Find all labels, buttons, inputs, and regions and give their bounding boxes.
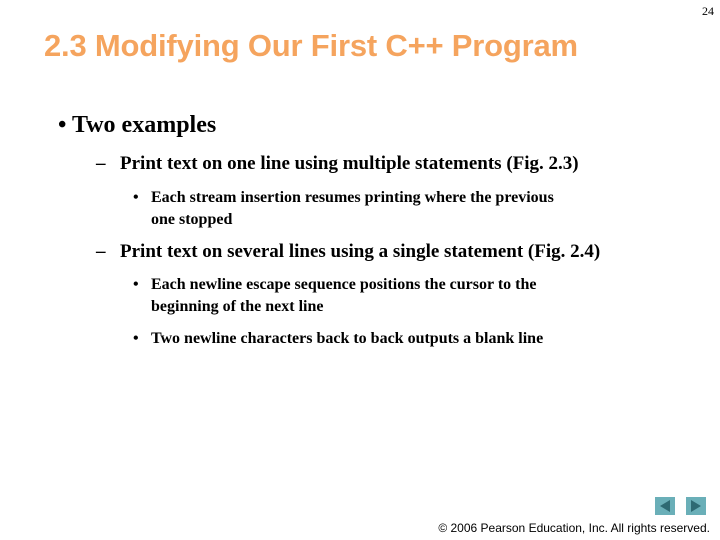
bullet-text-line2: one stopped	[151, 211, 233, 228]
dash-marker: –	[96, 241, 106, 262]
sub-sub-bullet-2-2: • Two newline characters back to back out…	[133, 328, 543, 350]
sub-bullet-1: – Print text on one line using multiple s…	[96, 153, 579, 175]
bullet-text-line1: Each stream insertion resumes printing w…	[151, 189, 554, 206]
sub-bullet-text: Print text on several lines using a sing…	[120, 241, 601, 262]
bullet-text-line2: beginning of the next line	[151, 298, 324, 315]
sub-bullet-2: – Print text on several lines using a sin…	[96, 241, 600, 263]
slide-title: 2.3 Modifying Our First C++ Program	[44, 28, 578, 63]
bullet-marker: •	[133, 189, 139, 206]
triangle-left-icon	[660, 500, 670, 512]
bullet-marker: •	[58, 112, 67, 138]
bullet-text-line1: Two newline characters back to back outp…	[151, 330, 544, 347]
previous-slide-button[interactable]	[655, 497, 675, 515]
bullet-text: Two examples	[71, 112, 217, 138]
sub-bullet-text: Print text on one line using multiple st…	[120, 153, 579, 174]
copyright-footer: © 2006 Pearson Education, Inc. All right…	[438, 521, 710, 535]
sub-sub-bullet-2-1: • Each newline escape sequence positions …	[133, 274, 536, 318]
page-number: 24	[702, 4, 714, 18]
bullet-marker: •	[133, 276, 139, 293]
sub-sub-bullet-1-1: • Each stream insertion resumes printing …	[133, 187, 554, 231]
next-slide-button[interactable]	[686, 497, 706, 515]
bullet-text-line1: Each newline escape sequence positions t…	[151, 276, 537, 293]
bullet-level1: • Two examples	[58, 112, 216, 139]
dash-marker: –	[96, 153, 106, 174]
triangle-right-icon	[691, 500, 701, 512]
bullet-marker: •	[133, 330, 139, 347]
